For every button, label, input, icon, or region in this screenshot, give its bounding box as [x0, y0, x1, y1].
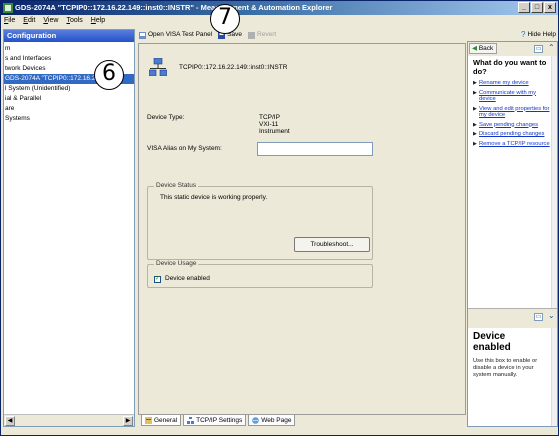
configuration-panel: Configuration m s and Interfaces twork D… — [3, 29, 135, 427]
callout-7: 7 — [210, 4, 240, 34]
device-type-row: Device Type: TCP/IP VXI-11 Instrument — [147, 114, 290, 135]
close-button[interactable]: x — [544, 2, 556, 13]
app-window: GDS-2074A "TCPIP0::172.16.22.149::inst0:… — [0, 0, 559, 436]
help-link-rename[interactable]: Rename my device — [473, 80, 551, 87]
hide-help-label: Hide Help — [527, 31, 556, 38]
device-status-legend: Device Status — [154, 182, 199, 189]
menu-file[interactable]: File — [4, 15, 15, 27]
help-pane-icon[interactable]: ▭ — [534, 45, 543, 53]
back-button[interactable]: ◀ Back — [469, 43, 497, 54]
network-icon — [187, 416, 195, 424]
configuration-header: Configuration — [4, 30, 134, 42]
device-type-label: Device Type: — [147, 114, 185, 121]
tab-general-label: General — [154, 416, 178, 424]
maximize-button[interactable]: □ — [531, 2, 543, 13]
context-pane-icon[interactable]: ▭ — [534, 313, 543, 321]
window-controls: _ □ x — [518, 2, 556, 13]
help-link-save[interactable]: Save pending changes — [473, 122, 551, 129]
device-status-group: Device Status This static device is work… — [147, 182, 373, 260]
help-question-icon: ? — [521, 30, 526, 39]
alias-label: VISA Alias on My System: — [147, 145, 222, 152]
help-links: Rename my device Communicate with my dev… — [473, 80, 551, 150]
tree-item[interactable]: m — [4, 44, 134, 54]
minimize-button[interactable]: _ — [518, 2, 530, 13]
general-icon — [145, 416, 152, 424]
help-link-remove[interactable]: Remove a TCP/IP resource — [473, 141, 551, 148]
help-link-discard[interactable]: Discard pending changes — [473, 131, 551, 138]
status-text: This static device is working properly. — [160, 194, 268, 201]
status-bar — [1, 429, 558, 435]
device-header: TCPIP0::172.16.22.149::inst0::INSTR — [149, 58, 287, 76]
tree-item[interactable]: Systems — [4, 114, 134, 124]
horizontal-scrollbar[interactable]: ◀ ▶ — [4, 414, 134, 426]
context-help-text: Use this box to enable or disable a devi… — [473, 358, 538, 378]
back-arrow-icon: ◀ — [472, 45, 477, 52]
tab-tcpip-label: TCP/IP Settings — [196, 416, 243, 424]
visa-alias-input[interactable] — [257, 142, 373, 156]
tree-item[interactable]: are — [4, 104, 134, 114]
help-title: What do you want to do? — [473, 58, 547, 76]
tab-tcpip-settings[interactable]: TCP/IP Settings — [183, 415, 247, 426]
app-icon — [3, 3, 13, 13]
collapse-up-icon[interactable]: ⌃ — [548, 43, 555, 52]
device-usage-group: Device Usage ✓ Device enabled — [147, 260, 373, 288]
help-divider: ▭ ⌄ — [468, 308, 557, 328]
menu-view[interactable]: View — [43, 15, 58, 27]
device-toolbar: Open VISA Test Panel Save Revert — [137, 29, 467, 41]
open-visa-label: Open VISA Test Panel — [148, 31, 213, 38]
revert-icon — [248, 31, 256, 39]
device-properties-panel: TCPIP0::172.16.22.149::inst0::INSTR Devi… — [138, 43, 466, 415]
context-help-title: Device enabled — [473, 331, 511, 353]
tree-item[interactable]: ial & Parallel — [4, 94, 134, 104]
context-help-scrollbar[interactable] — [551, 328, 557, 426]
back-label: Back — [478, 45, 494, 52]
scroll-right-icon[interactable]: ▶ — [123, 416, 133, 426]
device-type-value: TCP/IP VXI-11 Instrument — [259, 114, 290, 135]
resource-name: TCPIP0::172.16.22.149::inst0::INSTR — [179, 63, 288, 71]
title-bar: GDS-2074A "TCPIP0::172.16.22.149::inst0:… — [1, 1, 558, 15]
device-enabled-label: Device enabled — [165, 275, 210, 282]
callout-6: 6 — [94, 60, 124, 90]
hide-help-button[interactable]: ? Hide Help — [521, 29, 556, 41]
troubleshoot-button[interactable]: Troubleshoot... — [294, 237, 370, 252]
help-panel: ◀ Back ▭ ⌃ What do you want to do? Renam… — [467, 41, 558, 427]
help-scrollbar[interactable] — [551, 56, 557, 308]
menu-edit[interactable]: Edit — [23, 15, 35, 27]
help-link-view-edit[interactable]: View and edit properties for my device — [473, 106, 551, 119]
menu-bar: File Edit View Tools Help — [1, 15, 558, 27]
revert-button[interactable]: Revert — [248, 29, 276, 41]
help-link-communicate[interactable]: Communicate with my device — [473, 90, 551, 103]
revert-label: Revert — [257, 31, 277, 38]
device-usage-legend: Device Usage — [154, 260, 199, 267]
network-device-icon — [149, 58, 167, 76]
menu-tools[interactable]: Tools — [66, 15, 82, 27]
collapse-down-icon[interactable]: ⌄ — [548, 311, 555, 320]
property-tabs: General TCP/IP Settings Web Page — [138, 415, 466, 427]
test-panel-icon — [139, 31, 146, 39]
help-nav: ◀ Back ▭ ⌃ — [468, 42, 557, 56]
device-enabled-checkbox[interactable]: ✓ — [154, 276, 161, 283]
open-visa-test-panel-button[interactable]: Open VISA Test Panel — [139, 29, 212, 41]
tab-web-page[interactable]: Web Page — [248, 415, 296, 426]
scroll-left-icon[interactable]: ◀ — [5, 416, 15, 426]
web-page-icon — [252, 416, 260, 424]
tab-general[interactable]: General — [141, 415, 182, 426]
help-toolbar: ? Hide Help — [467, 29, 558, 41]
tab-web-page-label: Web Page — [261, 416, 292, 424]
menu-help[interactable]: Help — [91, 15, 105, 27]
